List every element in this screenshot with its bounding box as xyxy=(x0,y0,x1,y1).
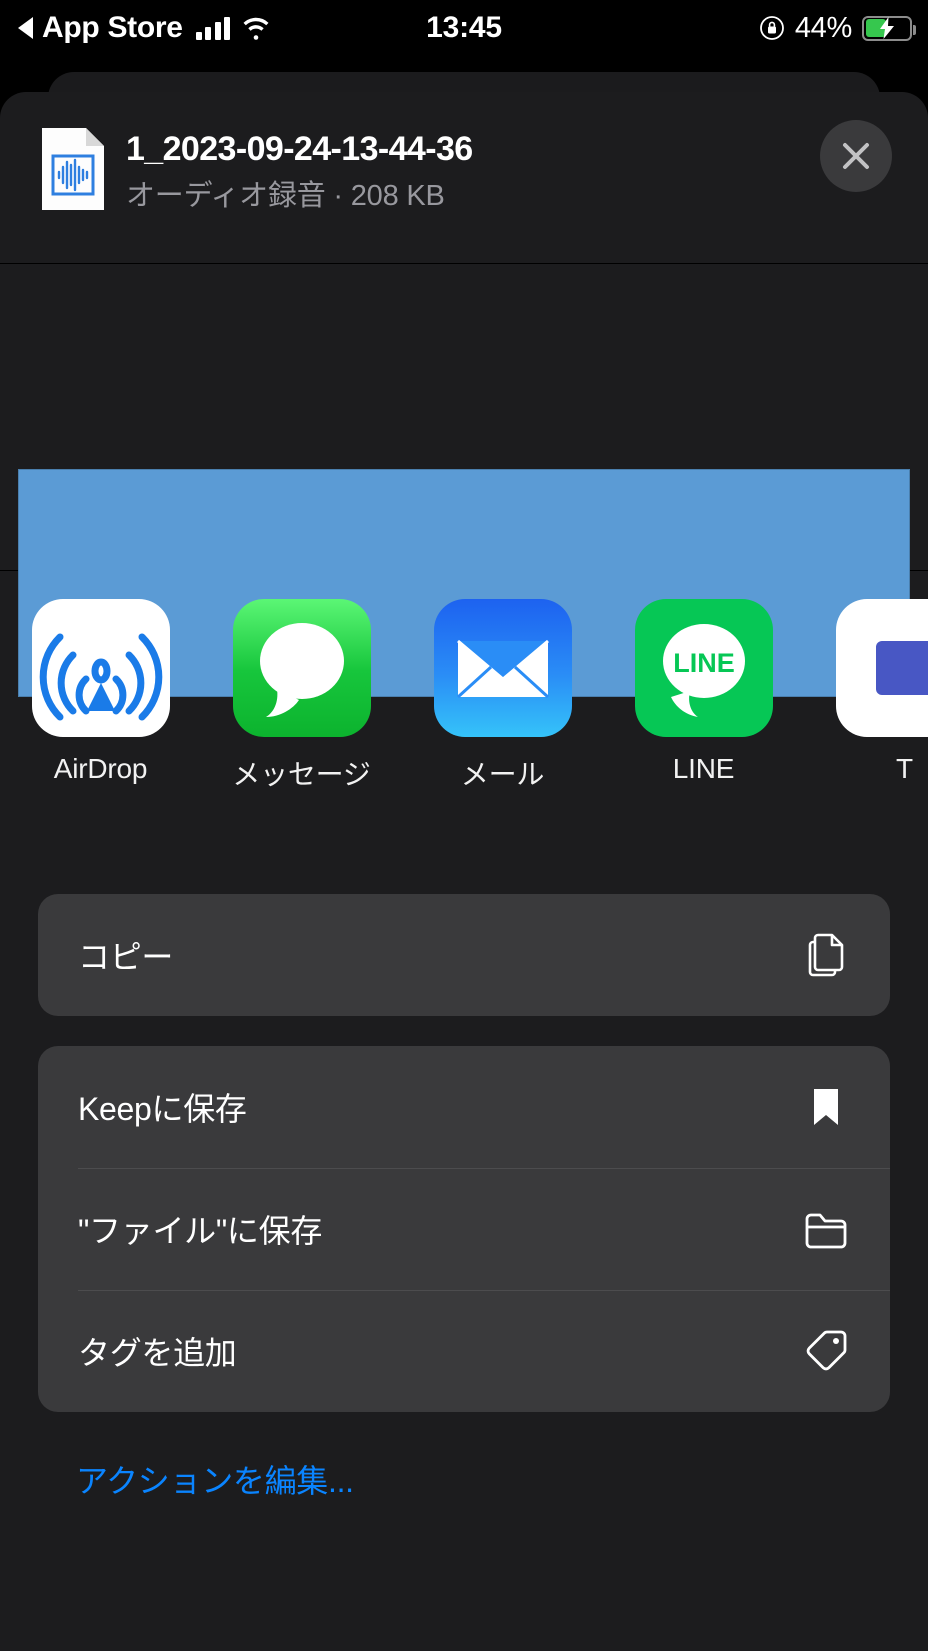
share-target-label: メール xyxy=(460,759,545,790)
share-target-label: LINE xyxy=(672,753,735,784)
action-row-copy[interactable]: コピー xyxy=(38,894,890,1016)
action-row-add-tags[interactable]: タグを追加 xyxy=(38,1290,890,1412)
action-group-save: Keepに保存 "ファイル"に保存 タグを追加 xyxy=(38,1046,890,1412)
share-target-label: T xyxy=(896,753,913,784)
close-button[interactable] xyxy=(820,120,892,192)
action-row-save-to-keep[interactable]: Keepに保存 xyxy=(38,1046,890,1168)
action-label: タグを追加 xyxy=(78,1335,237,1371)
line-wordmark: LINE xyxy=(673,648,735,678)
battery-percent-label: 44% xyxy=(794,11,852,44)
share-target-airdrop[interactable]: AirDrop xyxy=(0,599,201,785)
share-target-messages[interactable]: メッセージ xyxy=(201,599,402,793)
line-icon: LINE xyxy=(634,599,773,737)
edit-actions-link[interactable]: アクションを編集... xyxy=(76,1456,354,1502)
file-title: 1_2023-09-24-13-44-36 xyxy=(126,130,473,168)
share-target-label: AirDrop xyxy=(53,753,148,784)
action-label: コピー xyxy=(78,939,174,975)
action-label: Keepに保存 xyxy=(78,1091,247,1127)
mail-icon xyxy=(433,599,572,737)
close-icon xyxy=(843,143,869,169)
share-targets-row[interactable]: AirDrop メッセージ メール LINE LINE T xyxy=(0,571,928,844)
rotation-lock-icon xyxy=(759,15,785,41)
file-subtitle: オーディオ録音 · 208 KB xyxy=(126,179,445,212)
action-row-save-to-files[interactable]: "ファイル"に保存 xyxy=(38,1168,890,1290)
twitter-icon xyxy=(835,599,928,737)
preview-section xyxy=(0,264,928,697)
share-target-twitter[interactable]: T xyxy=(804,599,928,785)
copy-icon xyxy=(800,929,852,981)
status-bar: App Store 13:45 44% xyxy=(0,0,928,56)
messages-icon xyxy=(232,599,371,737)
action-group-copy: コピー xyxy=(38,894,890,1016)
share-sheet-header: 1_2023-09-24-13-44-36 オーディオ録音 · 208 KB xyxy=(0,92,928,264)
share-sheet-file-info: 1_2023-09-24-13-44-36 オーディオ録音 · 208 KB xyxy=(126,128,746,213)
share-sheet: 1_2023-09-24-13-44-36 オーディオ録音 · 208 KB A… xyxy=(0,92,928,1651)
share-target-line[interactable]: LINE LINE xyxy=(603,599,804,785)
status-bar-right: 44% xyxy=(759,11,916,45)
folder-icon xyxy=(800,1203,852,1255)
tag-icon xyxy=(800,1325,852,1377)
share-target-mail[interactable]: メール xyxy=(402,599,603,793)
airdrop-icon xyxy=(31,599,170,737)
bookmark-icon xyxy=(800,1081,852,1133)
audio-document-icon xyxy=(40,126,106,212)
battery-charging-icon xyxy=(862,15,916,41)
share-target-label: メッセージ xyxy=(232,759,371,790)
action-label: "ファイル"に保存 xyxy=(78,1213,323,1249)
